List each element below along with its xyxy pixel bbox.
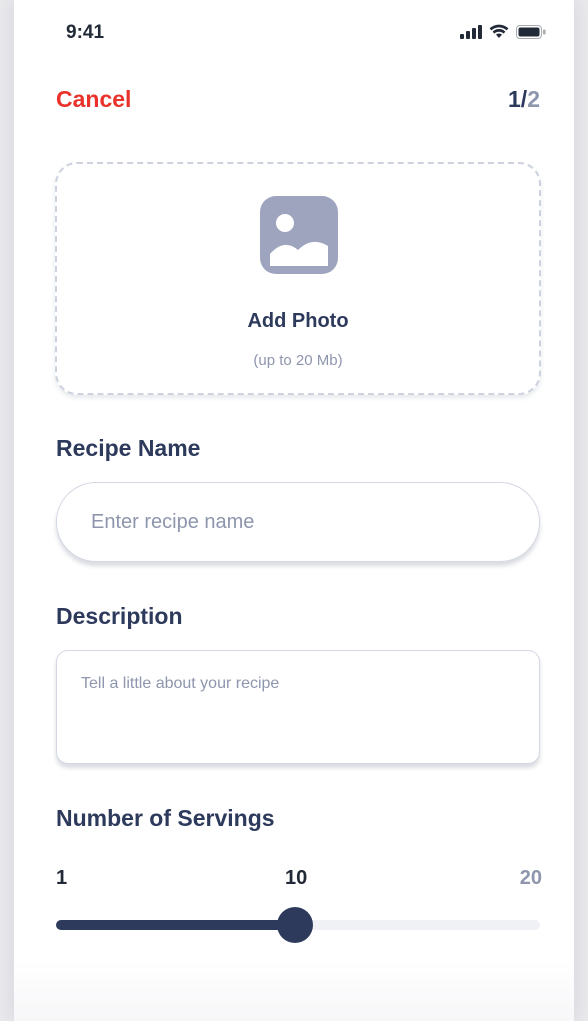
step-current: 1/	[508, 86, 528, 112]
servings-min-label: 1	[56, 867, 68, 889]
battery-icon	[516, 24, 546, 39]
add-photo-dropzone[interactable]: Add Photo (up to 20 Mb)	[55, 162, 541, 395]
phone-screen: 9:41 Cancel 1/2 Add Photo (up to 20 Mb) …	[14, 0, 574, 1021]
add-photo-title: Add Photo	[247, 310, 349, 332]
cancel-button[interactable]: Cancel	[56, 86, 131, 113]
status-bar: 9:41	[14, 0, 574, 62]
servings-label: Number of Servings	[56, 805, 275, 831]
servings-slider[interactable]	[56, 906, 540, 944]
cellular-signal-icon	[460, 24, 482, 39]
add-photo-size-hint: (up to 20 Mb)	[253, 352, 343, 369]
description-label: Description	[56, 603, 183, 629]
servings-value-label: 10	[285, 867, 308, 889]
servings-max-label: 20	[519, 867, 542, 889]
description-textarea[interactable]	[56, 650, 540, 764]
status-icons	[460, 24, 546, 39]
slider-thumb[interactable]	[277, 907, 314, 943]
top-nav: Cancel 1/2	[14, 80, 574, 120]
recipe-name-input[interactable]	[56, 482, 540, 562]
servings-scale: 1 10 20	[56, 867, 542, 891]
recipe-name-label: Recipe Name	[56, 435, 201, 461]
slider-fill	[56, 920, 296, 930]
step-total: 2	[527, 86, 540, 112]
step-indicator: 1/2	[508, 86, 540, 113]
image-icon	[260, 196, 338, 274]
wifi-icon	[489, 24, 509, 38]
status-time: 9:41	[66, 22, 105, 43]
bottom-fade	[14, 961, 574, 1021]
